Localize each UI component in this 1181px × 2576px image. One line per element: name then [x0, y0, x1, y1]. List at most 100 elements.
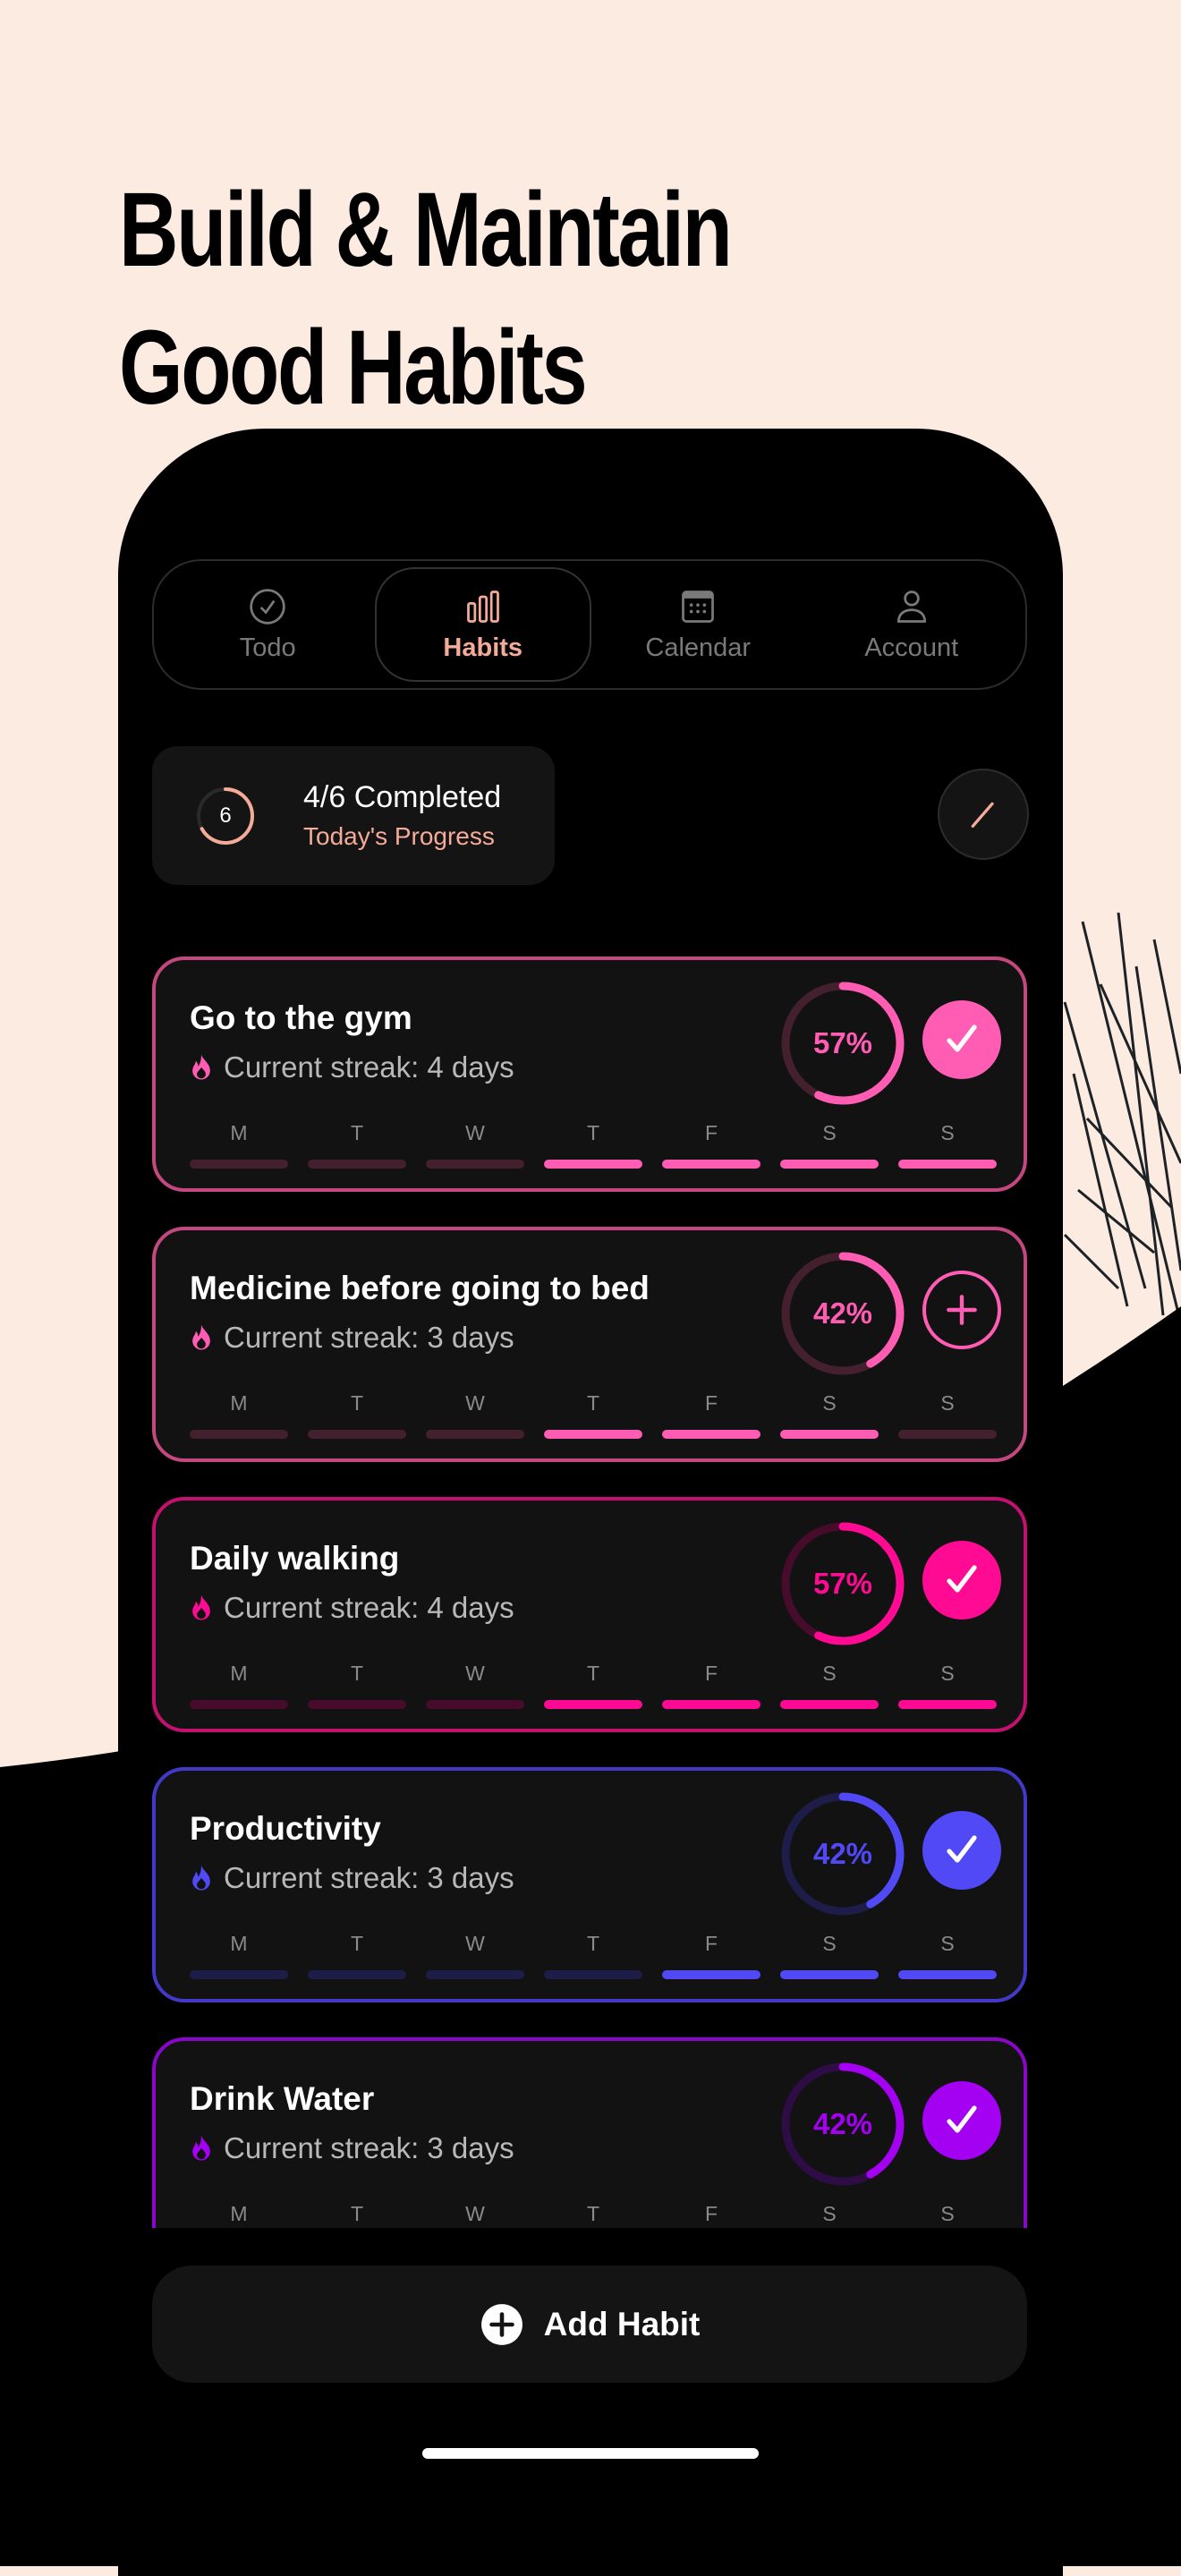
day-column: F — [662, 2202, 760, 2228]
tab-label: Todo — [239, 633, 296, 662]
day-label: T — [350, 1932, 364, 1955]
checkmark-icon — [947, 1835, 977, 1863]
day-column: F — [662, 1932, 760, 1979]
day-column: S — [898, 1391, 997, 1439]
complete-button[interactable] — [922, 2081, 1001, 2160]
flame-icon — [192, 1324, 210, 1350]
home-indicator[interactable] — [422, 2448, 759, 2459]
day-column: T — [308, 2202, 406, 2228]
day-bar — [426, 1430, 524, 1439]
streak-text: Current streak: 3 days — [224, 1861, 514, 1894]
day-column: M — [190, 1391, 288, 1439]
tab-habits[interactable]: Habits — [374, 567, 591, 682]
day-column: S — [898, 1932, 997, 1979]
flame-icon — [192, 2135, 210, 2161]
checkmark-icon — [947, 1565, 977, 1593]
day-label: T — [586, 1932, 600, 1955]
day-bar — [898, 1700, 997, 1709]
day-column: S — [898, 1662, 997, 1709]
bar-chart-icon — [466, 590, 499, 623]
day-bar — [308, 1970, 406, 1979]
tab-calendar[interactable]: Calendar — [591, 567, 805, 682]
tab-label: Account — [864, 633, 959, 662]
day-bar — [544, 1700, 642, 1709]
add-progress-button[interactable] — [922, 1271, 1001, 1349]
habit-card[interactable]: Daily walking Current streak: 4 days 57%… — [152, 1497, 1027, 1732]
day-bar — [308, 1430, 406, 1439]
day-bar — [662, 1970, 760, 1979]
day-column: W — [426, 1662, 524, 1709]
complete-button[interactable] — [922, 1000, 1001, 1079]
day-column: M — [190, 1932, 288, 1979]
day-column: S — [780, 1121, 879, 1169]
streak-text: Current streak: 3 days — [224, 1321, 514, 1354]
habit-streak: Current streak: 3 days — [190, 1321, 514, 1355]
complete-button[interactable] — [922, 1811, 1001, 1890]
person-icon — [896, 590, 926, 623]
habit-title: Daily walking — [190, 1540, 400, 1577]
day-column: T — [308, 1932, 406, 1979]
add-habit-label: Add Habit — [543, 2305, 701, 2342]
day-bar — [190, 1160, 288, 1169]
day-bar — [780, 1430, 879, 1439]
day-label: W — [465, 1391, 485, 1415]
day-label: M — [230, 1662, 248, 1685]
habit-percent: 57% — [812, 1567, 873, 1600]
add-habit-button[interactable]: Add Habit — [152, 2266, 1027, 2383]
day-label: T — [350, 1662, 364, 1685]
day-label: W — [465, 1121, 485, 1144]
tab-todo[interactable]: Todo — [161, 567, 375, 682]
day-bar — [780, 1700, 879, 1709]
day-label: W — [465, 1932, 485, 1955]
habit-card[interactable]: Productivity Current streak: 3 days 42% … — [152, 1767, 1027, 2002]
tab-label: Habits — [443, 633, 523, 662]
day-column: S — [898, 2202, 997, 2228]
habit-card[interactable]: Medicine before going to bed Current str… — [152, 1227, 1027, 1462]
day-column: W — [426, 2202, 524, 2228]
tree-illustration — [1063, 912, 1181, 1325]
habit-card[interactable]: Go to the gym Current streak: 4 days 57%… — [152, 956, 1027, 1192]
day-column: S — [780, 1391, 879, 1439]
day-bar — [662, 1160, 760, 1169]
complete-button[interactable] — [922, 1541, 1001, 1620]
day-bar — [544, 1430, 642, 1439]
day-column: T — [544, 1121, 642, 1169]
day-label: T — [586, 2202, 600, 2225]
habit-percent: 42% — [812, 1297, 873, 1330]
day-column: T — [544, 1391, 642, 1439]
plus-icon — [947, 1295, 977, 1325]
day-label: S — [822, 1932, 837, 1955]
day-bar — [780, 1970, 879, 1979]
day-column: T — [308, 1391, 406, 1439]
day-label: T — [350, 2202, 364, 2225]
day-bar — [898, 1430, 997, 1439]
progress-card: 6 4/6 Completed Today's Progress — [152, 746, 555, 885]
day-label: T — [586, 1391, 600, 1415]
week-tracker: M T W T F SS — [190, 1391, 997, 1439]
day-label: F — [704, 1932, 718, 1955]
habit-card[interactable]: Drink Water Current streak: 3 days 42% M… — [152, 2037, 1027, 2228]
day-column: T — [544, 1932, 642, 1979]
day-label: T — [350, 1391, 364, 1415]
habit-title: Medicine before going to bed — [190, 1270, 650, 1306]
progress-title: 4/6 Completed — [303, 780, 502, 814]
day-column: M — [190, 1662, 288, 1709]
day-label: M — [230, 1932, 248, 1955]
progress-ring-number: 6 — [219, 803, 232, 828]
tab-account[interactable]: Account — [805, 567, 1019, 682]
day-column: W — [426, 1121, 524, 1169]
streak-text: Current streak: 3 days — [224, 2131, 514, 2164]
flame-icon — [192, 1594, 210, 1620]
habit-list[interactable]: Go to the gym Current streak: 4 days 57%… — [152, 956, 1027, 2228]
day-label: F — [704, 1391, 718, 1415]
day-label: M — [230, 1121, 248, 1144]
day-label: F — [704, 1121, 718, 1144]
edit-button[interactable] — [938, 769, 1029, 860]
day-label: S — [822, 2202, 837, 2225]
week-tracker: MTWTFSS — [190, 1662, 997, 1709]
day-column: M — [190, 2202, 288, 2228]
week-tracker: MTWTFSS — [190, 1932, 997, 1979]
day-bar — [190, 1970, 288, 1979]
checkmark-icon — [947, 2105, 977, 2133]
habit-title: Go to the gym — [190, 999, 412, 1036]
